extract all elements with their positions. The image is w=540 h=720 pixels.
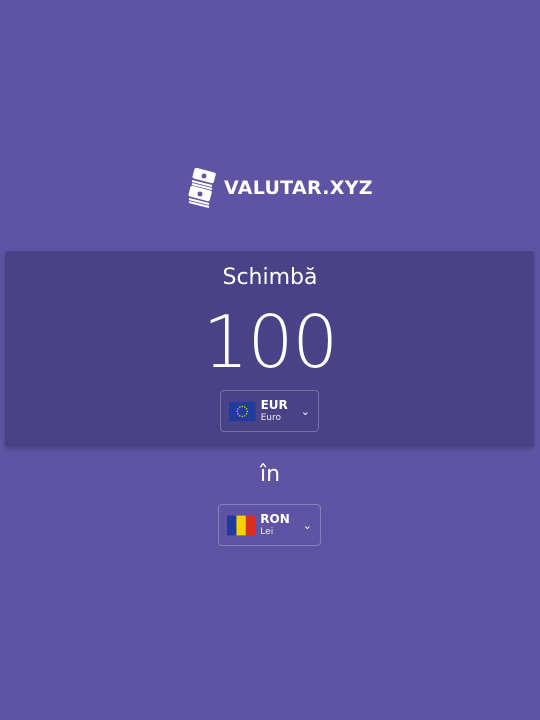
to-currency-name: Lei xyxy=(260,526,274,537)
eu-flag-icon xyxy=(229,401,256,421)
from-currency-code: EUR xyxy=(260,397,288,412)
from-currency-select[interactable]: EUR Euro ⌄ xyxy=(220,390,319,432)
converter-title: Schimbă xyxy=(222,265,318,290)
logo[interactable]: VALUTAR.XYZ xyxy=(188,168,373,208)
romania-flag-icon xyxy=(227,515,256,535)
in-label: în xyxy=(259,462,281,487)
money-stack-icon xyxy=(188,168,216,208)
logo-text: VALUTAR.XYZ xyxy=(224,177,373,199)
chevron-down-icon: ⌄ xyxy=(300,404,310,418)
chevron-down-icon: ⌄ xyxy=(302,518,312,532)
to-currency-select[interactable]: RON Lei ⌄ xyxy=(218,504,321,546)
to-currency-code: RON xyxy=(260,511,290,526)
from-currency-name: Euro xyxy=(260,412,281,423)
amount-input[interactable]: 100 xyxy=(0,300,540,384)
